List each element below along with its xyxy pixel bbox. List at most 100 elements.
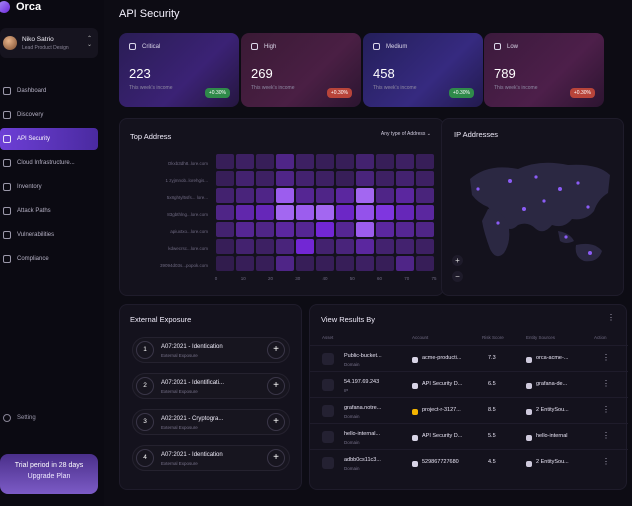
- row-action-menu-icon[interactable]: ⋮: [602, 457, 610, 466]
- heatmap-cell[interactable]: [316, 205, 334, 220]
- heatmap-cell[interactable]: [216, 222, 234, 237]
- row-action-menu-icon[interactable]: ⋮: [602, 353, 610, 362]
- ip-location-marker[interactable]: [542, 199, 546, 203]
- ip-location-marker[interactable]: [522, 207, 526, 211]
- heatmap-cell[interactable]: [236, 205, 254, 220]
- heatmap-cell[interactable]: [236, 188, 254, 203]
- heatmap-cell[interactable]: [256, 171, 274, 186]
- exposure-item[interactable]: 1 A07:2021 - Identication External Exposur…: [132, 337, 290, 363]
- heatmap-cell[interactable]: [276, 171, 294, 186]
- heatmap-cell[interactable]: [276, 256, 294, 271]
- sidebar-item-api-security[interactable]: API Security: [0, 128, 98, 150]
- ip-location-marker[interactable]: [588, 251, 592, 255]
- heatmap-cell[interactable]: [376, 154, 394, 169]
- ip-location-marker[interactable]: [564, 235, 568, 239]
- heatmap-cell[interactable]: [416, 205, 434, 220]
- stat-card-low[interactable]: Low 789 This week's income +0.30%: [484, 33, 604, 107]
- heatmap-cell[interactable]: [216, 188, 234, 203]
- world-map[interactable]: [448, 149, 616, 279]
- heatmap-cell[interactable]: [236, 171, 254, 186]
- row-action-menu-icon[interactable]: ⋮: [602, 431, 610, 440]
- map-zoom-out-button[interactable]: −: [452, 271, 463, 282]
- heatmap-cell[interactable]: [356, 188, 374, 203]
- heatmap-cell[interactable]: [216, 256, 234, 271]
- heatmap-cell[interactable]: [416, 256, 434, 271]
- table-row[interactable]: grafana.notre... Domain project-r-3127... 8…: [310, 397, 628, 423]
- heatmap-cell[interactable]: [336, 188, 354, 203]
- heatmap-cell[interactable]: [236, 154, 254, 169]
- heatmap-cell[interactable]: [376, 256, 394, 271]
- add-button[interactable]: +: [267, 413, 285, 431]
- sidebar-item-compliance[interactable]: Compliance: [0, 248, 98, 270]
- table-row[interactable]: Public-bucket... Domain acme-producti... 7.…: [310, 345, 628, 371]
- add-button[interactable]: +: [267, 377, 285, 395]
- table-row[interactable]: adbb0cs11c3... Domain 529867727680 4.5 2 Ent…: [310, 449, 628, 475]
- user-switcher[interactable]: Niko Satrio Lead Product Design ⌃ ⌄: [0, 28, 98, 58]
- heatmap-cell[interactable]: [356, 171, 374, 186]
- stat-card-high[interactable]: High 269 This week's income +0.30%: [241, 33, 361, 107]
- heatmap-cell[interactable]: [376, 205, 394, 220]
- heatmap-cell[interactable]: [396, 239, 414, 254]
- heatmap-cell[interactable]: [216, 154, 234, 169]
- heatmap-cell[interactable]: [356, 222, 374, 237]
- heatmap-cell[interactable]: [296, 154, 314, 169]
- heatmap-cell[interactable]: [416, 154, 434, 169]
- heatmap-cell[interactable]: [256, 205, 274, 220]
- heatmap-cell[interactable]: [336, 171, 354, 186]
- heatmap-cell[interactable]: [256, 222, 274, 237]
- brand[interactable]: Orca: [0, 0, 41, 14]
- ip-location-marker[interactable]: [576, 181, 580, 185]
- heatmap-cell[interactable]: [416, 171, 434, 186]
- heatmap-cell[interactable]: [296, 171, 314, 186]
- heatmap-cell[interactable]: [296, 222, 314, 237]
- heatmap-cell[interactable]: [396, 171, 414, 186]
- heatmap-cell[interactable]: [276, 205, 294, 220]
- heatmap-cell[interactable]: [336, 256, 354, 271]
- stat-card-medium[interactable]: Medium 458 This week's income +0.30%: [363, 33, 483, 107]
- heatmap-cell[interactable]: [356, 154, 374, 169]
- heatmap-cell[interactable]: [316, 188, 334, 203]
- sidebar-item-setting[interactable]: Setting: [3, 414, 36, 422]
- heatmap-cell[interactable]: [336, 154, 354, 169]
- heatmap-cell[interactable]: [236, 222, 254, 237]
- add-button[interactable]: +: [267, 341, 285, 359]
- sidebar-item-vulnerabilities[interactable]: Vulnerabilities: [0, 224, 98, 246]
- heatmap-cell[interactable]: [296, 205, 314, 220]
- heatmap-cell[interactable]: [376, 239, 394, 254]
- sidebar-item-discovery[interactable]: Discovery: [0, 104, 98, 126]
- heatmap-cell[interactable]: [416, 239, 434, 254]
- table-row[interactable]: hello-internal... Domain API Security D...…: [310, 423, 628, 449]
- map-zoom-in-button[interactable]: +: [452, 255, 463, 266]
- heatmap-cell[interactable]: [356, 239, 374, 254]
- heatmap-cell[interactable]: [396, 188, 414, 203]
- ip-location-marker[interactable]: [496, 221, 500, 225]
- heatmap-cell[interactable]: [236, 256, 254, 271]
- heatmap-cell[interactable]: [256, 188, 274, 203]
- heatmap-cell[interactable]: [376, 188, 394, 203]
- sidebar-item-cloud-infrastructure[interactable]: Cloud Infrastructure...: [0, 152, 98, 174]
- ip-location-marker[interactable]: [534, 175, 538, 179]
- heatmap-cell[interactable]: [416, 188, 434, 203]
- heatmap-cell[interactable]: [216, 239, 234, 254]
- heatmap-cell[interactable]: [256, 256, 274, 271]
- heatmap-cell[interactable]: [276, 239, 294, 254]
- heatmap-cell[interactable]: [276, 222, 294, 237]
- heatmap-cell[interactable]: [316, 256, 334, 271]
- more-options-icon[interactable]: ⋮: [607, 313, 615, 322]
- add-button[interactable]: +: [267, 449, 285, 467]
- heatmap-cell[interactable]: [296, 256, 314, 271]
- heatmap-cell[interactable]: [316, 154, 334, 169]
- exposure-item[interactable]: 3 A02:2021 - Cryptogra... External Exposur…: [132, 409, 290, 435]
- heatmap-cell[interactable]: [256, 154, 274, 169]
- heatmap-cell[interactable]: [336, 205, 354, 220]
- sidebar-item-dashboard[interactable]: Dashboard: [0, 80, 98, 102]
- heatmap-cell[interactable]: [316, 222, 334, 237]
- upgrade-button[interactable]: Upgrade Plan: [0, 473, 98, 480]
- heatmap-cell[interactable]: [216, 171, 234, 186]
- sidebar-item-attack-paths[interactable]: Attack Paths: [0, 200, 98, 222]
- row-action-menu-icon[interactable]: ⋮: [602, 379, 610, 388]
- heatmap-cell[interactable]: [276, 154, 294, 169]
- ip-location-marker[interactable]: [476, 187, 480, 191]
- heatmap-cell[interactable]: [396, 222, 414, 237]
- heatmap-cell[interactable]: [396, 205, 414, 220]
